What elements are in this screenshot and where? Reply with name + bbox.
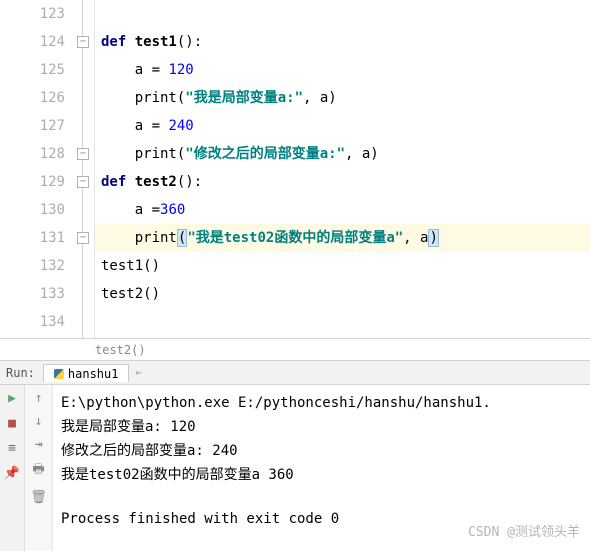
line-number: 132	[0, 252, 65, 280]
line-gutter: 123124125126127128129130131132133134	[0, 0, 75, 338]
run-tab-label: hanshu1	[68, 367, 119, 381]
console-line: E:\python\python.exe E:/pythonceshi/hans…	[61, 391, 582, 415]
print-icon[interactable]: 🖶	[32, 460, 44, 482]
watermark: CSDN @测试领头羊	[468, 521, 580, 545]
code-line[interactable]: def test2():	[95, 168, 590, 196]
code-line[interactable]: a = 240	[95, 112, 590, 140]
line-number: 124	[0, 28, 65, 56]
code-editor[interactable]: 123124125126127128129130131132133134 −−−…	[0, 0, 590, 339]
code-line[interactable]: a =360	[95, 196, 590, 224]
line-number: 134	[0, 308, 65, 336]
code-line[interactable]: a = 120	[95, 56, 590, 84]
run-toolbar-secondary: ↑ ↓ ⇥ 🖶 🗑	[25, 385, 53, 551]
down-icon[interactable]: ↓	[35, 414, 43, 429]
breadcrumb: test2()	[0, 339, 590, 361]
code-line[interactable]	[95, 0, 590, 28]
up-icon[interactable]: ↑	[35, 391, 43, 406]
python-icon	[54, 369, 64, 379]
run-icon[interactable]: ▶	[8, 391, 16, 406]
line-number: 130	[0, 196, 65, 224]
console-line: 我是test02函数中的局部变量a 360	[61, 463, 582, 487]
code-line[interactable]: test1()	[95, 252, 590, 280]
fold-handle-icon[interactable]: −	[77, 176, 89, 188]
line-number: 123	[0, 0, 65, 28]
pin-tool-icon[interactable]: 📌	[4, 466, 20, 481]
run-header: Run: hanshu1 ⇤	[0, 361, 590, 385]
wrap-icon[interactable]: ⇥	[35, 437, 43, 452]
line-number: 127	[0, 112, 65, 140]
run-panel: ▶ ■ ≡ 📌 ↑ ↓ ⇥ 🖶 🗑 E:\python\python.exe E…	[0, 385, 590, 551]
stack-icon[interactable]: ≡	[8, 441, 16, 456]
code-line[interactable]	[95, 308, 590, 336]
console-line: 修改之后的局部变量a: 240	[61, 439, 582, 463]
run-tab[interactable]: hanshu1	[43, 364, 130, 382]
code-line[interactable]: test2()	[95, 280, 590, 308]
run-label: Run:	[6, 366, 35, 380]
debug-icon[interactable]: ■	[8, 416, 16, 431]
line-number: 129	[0, 168, 65, 196]
console-line: 我是局部变量a: 120	[61, 415, 582, 439]
line-number: 128	[0, 140, 65, 168]
line-number: 131	[0, 224, 65, 252]
console-output[interactable]: E:\python\python.exe E:/pythonceshi/hans…	[53, 385, 590, 551]
code-line[interactable]: print("我是局部变量a:", a)	[95, 84, 590, 112]
fold-handle-icon[interactable]: −	[77, 148, 89, 160]
fold-handle-icon[interactable]: −	[77, 36, 89, 48]
breadcrumb-text: test2()	[95, 343, 146, 357]
trash-icon[interactable]: 🗑	[30, 490, 47, 505]
line-number: 126	[0, 84, 65, 112]
code-line[interactable]: print("修改之后的局部变量a:", a)	[95, 140, 590, 168]
fold-handle-icon[interactable]: −	[77, 232, 89, 244]
pin-icon[interactable]: ⇤	[135, 366, 142, 379]
line-number: 133	[0, 280, 65, 308]
fold-column: − − − −	[75, 0, 95, 338]
code-area[interactable]: def test1(): a = 120 print("我是局部变量a:", a…	[95, 0, 590, 338]
code-line[interactable]: def test1():	[95, 28, 590, 56]
code-line[interactable]: print("我是test02函数中的局部变量a", a)	[95, 224, 590, 252]
run-toolbar-primary: ▶ ■ ≡ 📌	[0, 385, 25, 551]
line-number: 125	[0, 56, 65, 84]
